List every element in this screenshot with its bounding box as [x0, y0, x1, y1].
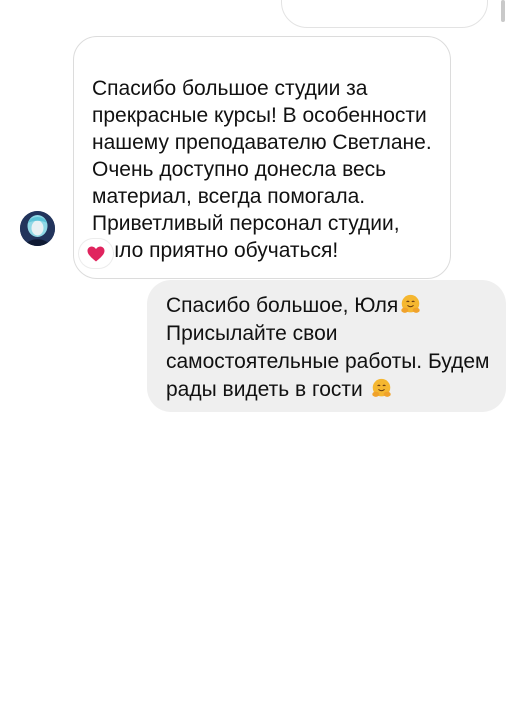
avatar-image — [20, 211, 55, 246]
hugging-face-icon — [371, 378, 391, 397]
outgoing-line-3: самостоятельные работы. Будем — [166, 350, 490, 373]
scrollbar[interactable] — [501, 0, 505, 22]
message-thread: Спасибо большое студии за прекрасные кур… — [0, 0, 522, 718]
previous-message-bubble[interactable] — [281, 0, 488, 28]
avatar[interactable] — [20, 211, 55, 246]
incoming-message-text: Спасибо большое студии за прекрасные кур… — [92, 77, 432, 262]
hugging-face-icon — [401, 294, 420, 313]
outgoing-text-4: рады видеть в гости — [166, 378, 363, 401]
outgoing-line-4: рады видеть в гости — [166, 376, 488, 404]
outgoing-text-1: Спасибо большое, Юля — [166, 294, 399, 317]
incoming-message-bubble[interactable]: Спасибо большое студии за прекрасные кур… — [73, 36, 451, 279]
heart-icon — [87, 246, 105, 261]
outgoing-line-1: Спасибо большое, Юля — [166, 292, 488, 320]
outgoing-line-2: Присылайте свои — [166, 322, 338, 345]
reaction-badge[interactable] — [79, 239, 113, 268]
outgoing-message-bubble[interactable]: Спасибо большое, Юля Присылайте свои сам… — [147, 280, 506, 412]
